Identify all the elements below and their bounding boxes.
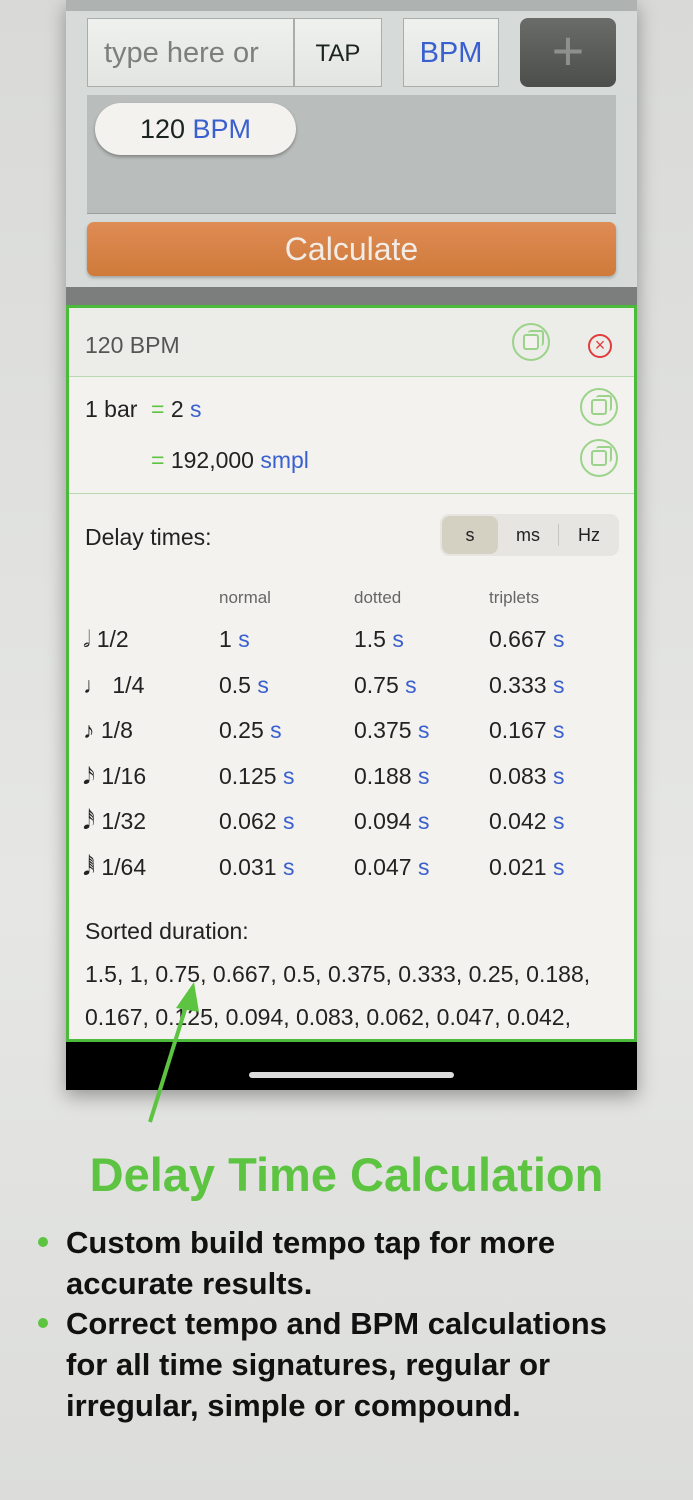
bullet-1: Custom build tempo tap for more accurate… [38,1222,668,1304]
bullet-2-line-2: for all time signatures, regular or [66,1347,551,1382]
bullet-1-line-1: Custom build tempo tap for more [66,1225,556,1260]
promo-title: Delay Time Calculation [89,1148,604,1201]
bullet-2-line-1: Correct tempo and BPM calculations [66,1306,607,1341]
bullet-2-line-3: irregular, simple or compound. [66,1388,521,1423]
bullet-2: Correct tempo and BPM calculations for a… [38,1303,668,1426]
bullet-1-line-2: accurate results. [66,1266,313,1301]
